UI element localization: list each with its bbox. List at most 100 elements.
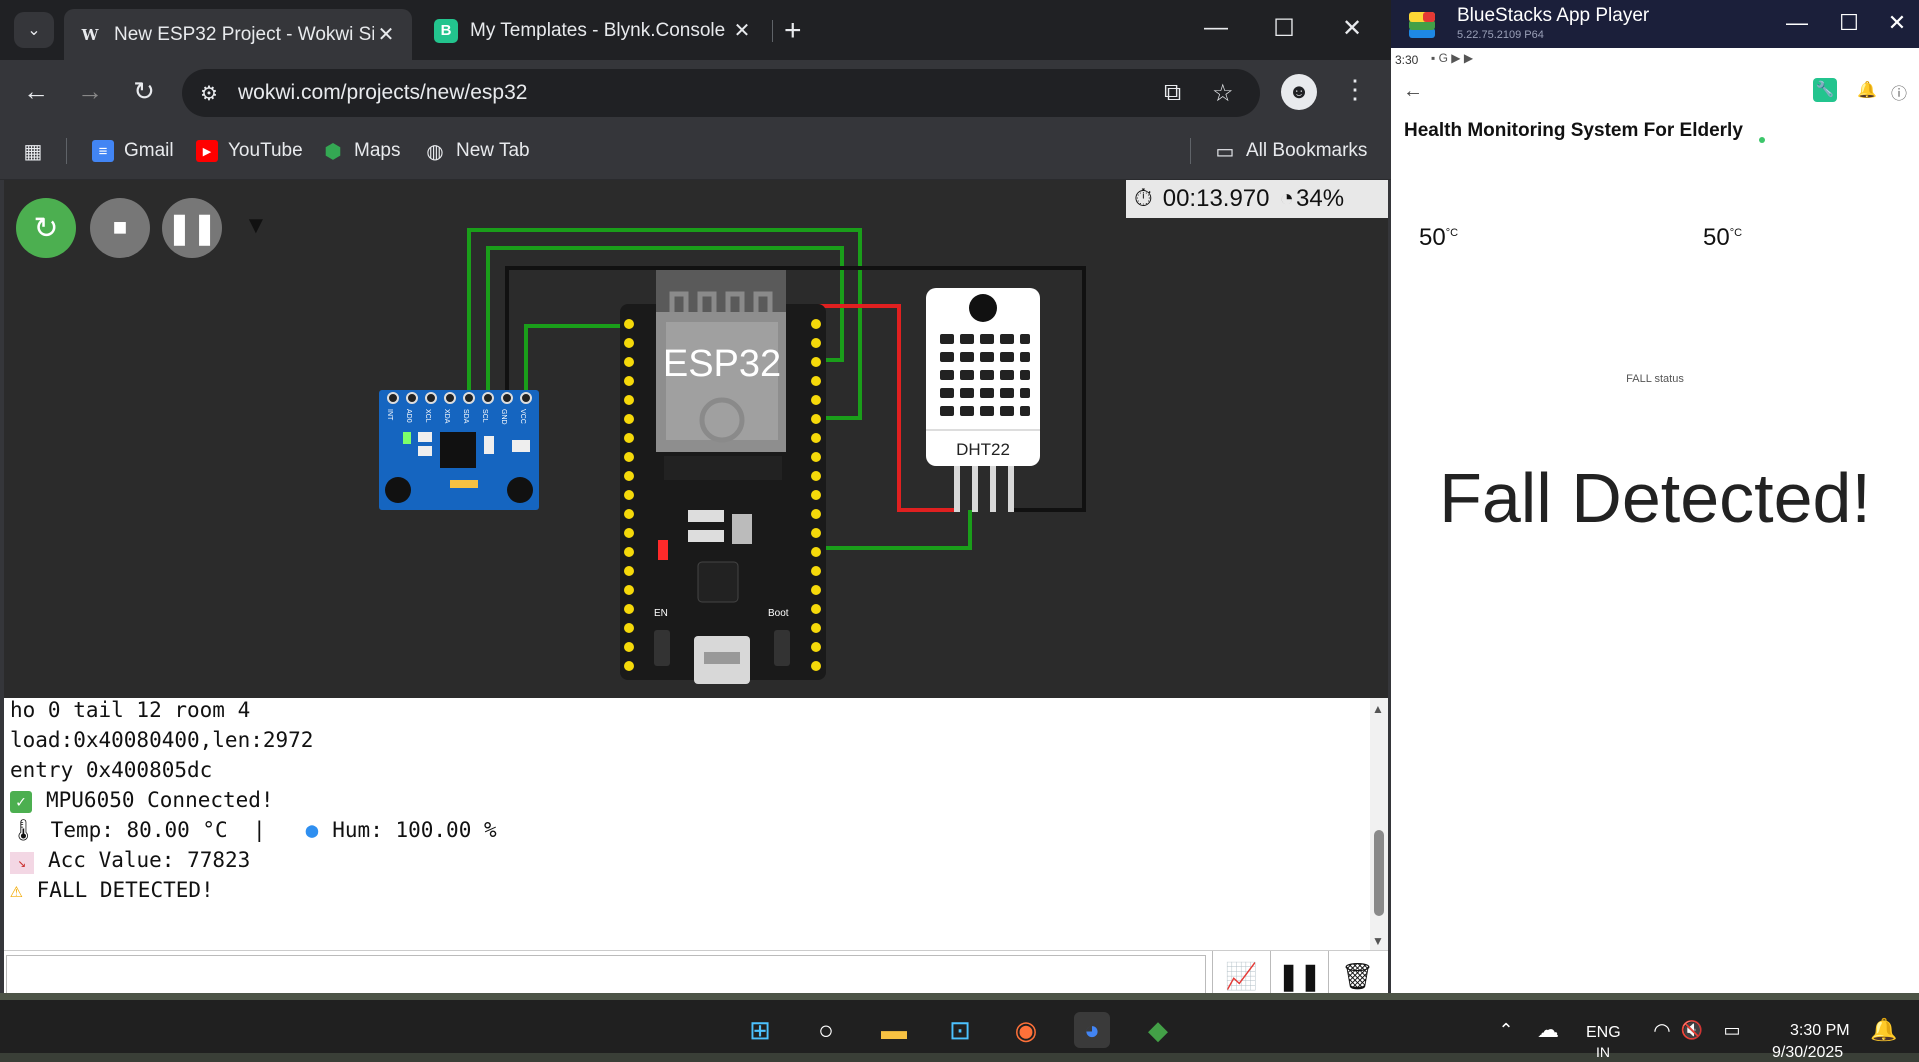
info-icon[interactable]: ⓘ [1891,80,1907,104]
tab-wokwi[interactable]: W New ESP32 Project - Wokwi Sim ✕ [64,9,412,60]
check-mark-icon: ✓ [10,791,32,813]
site-info-icon[interactable]: ⚙ [200,81,218,106]
language-indicator[interactable]: ENG [1586,1024,1621,1042]
serial-line-mpu: ✓ MPU6050 Connected! [10,788,274,813]
close-window-icon[interactable]: ✕ [1332,14,1372,43]
address-bar[interactable]: ⚙ wokwi.com/projects/new/esp32 ⧉ ☆ [182,69,1260,117]
temperature-gauge-2: 50°C [1703,224,1743,251]
new-tab-button[interactable]: + [784,14,802,48]
url-text[interactable]: wokwi.com/projects/new/esp32 [238,81,527,105]
bookmark-star-icon[interactable]: ☆ [1212,79,1234,108]
bs-close-icon[interactable]: ✕ [1879,10,1915,36]
chevron-up-icon[interactable]: ⌃ [1488,1012,1524,1048]
back-icon[interactable]: ← [18,76,54,107]
language-sub: IN [1596,1044,1610,1060]
online-status-dot [1759,137,1765,143]
apps-grid-icon[interactable]: ▦ [22,140,44,163]
mpu-pin-label: SCL [481,409,488,423]
close-tab-icon[interactable]: ✕ [730,18,754,43]
serial-line-fall: ⚠ FALL DETECTED! [10,878,214,902]
trash-icon: 🗑 [1340,960,1374,991]
forward-icon[interactable]: → [72,76,108,107]
search-icon[interactable]: ○ [808,1012,844,1048]
warning-icon: ⚠ [10,878,23,902]
bluestacks-title: BlueStacks App Player [1457,5,1650,26]
translate-icon[interactable]: ⧉ [1164,79,1181,107]
bookmarks-separator [66,138,67,164]
mpu-pin-label: GND [500,409,507,425]
windows-taskbar: ⊞ ○ ▬ ⊡ ◉ ◕ ◆ ⌃ ☁ ENG IN ◠ 🔇 ▭ 3:30 PM 9… [0,1000,1919,1061]
en-label: EN [654,608,668,619]
status-icons: ▪ G ▶ ▶ [1431,51,1474,65]
bluestacks-titlebar: BlueStacks App Player 5.22.75.2109 P64 —… [1391,0,1919,48]
tab-separator [772,20,773,42]
clock-time[interactable]: 3:30 PM [1790,1022,1850,1040]
mpu-pin-label: AD0 [405,409,412,423]
wokwi-favicon-icon: W [81,25,99,44]
globe-icon: ◍ [426,140,444,163]
mute-icon[interactable]: 🔇 [1674,1012,1710,1048]
bs-maximize-icon[interactable]: ☐ [1831,10,1867,36]
serial-input[interactable] [6,955,1206,997]
reload-icon[interactable]: ↻ [126,76,162,107]
minimize-icon[interactable]: — [1196,14,1236,42]
serial-scrollbar[interactable]: ▲ ▼ [1370,698,1388,950]
clock-date[interactable]: 9/30/2025 [1772,1044,1843,1062]
tab-title: New ESP32 Project - Wokwi Sim [114,23,374,45]
windows-start-icon[interactable]: ⊞ [742,1012,778,1048]
bell-icon[interactable]: 🔔 [1857,80,1877,100]
scrollbar-thumb[interactable] [1374,830,1384,916]
bluestacks-logo-icon [1409,12,1435,38]
bookmark-new-tab[interactable]: ◍ New Tab [424,140,529,163]
tab-bar: ⌄ W New ESP32 Project - Wokwi Sim ✕ B My… [0,0,1391,60]
esp32-chip-label: ESP32 [663,343,781,385]
serial-line: ho 0 tail 12 room 4 [10,698,251,722]
fall-status-label: FALL status [1626,373,1684,385]
bookmark-youtube[interactable]: ▶ YouTube [196,140,303,162]
boot-label: Boot [768,608,789,619]
all-bookmarks[interactable]: ▭ All Bookmarks [1214,140,1368,163]
serial-line: load:0x40080400,len:2972 [10,728,314,752]
scroll-down-icon[interactable]: ▼ [1372,934,1384,948]
tab-search-button[interactable]: ⌄ [14,12,54,48]
kebab-menu-icon[interactable]: ⋮ [1342,74,1368,105]
scroll-up-icon[interactable]: ▲ [1372,702,1384,716]
cloud-icon[interactable]: ☁ [1530,1012,1566,1048]
browser-toolbar: ← → ↻ ⚙ wokwi.com/projects/new/esp32 ⧉ ☆… [0,60,1391,126]
maximize-icon[interactable]: ☐ [1264,14,1304,43]
bluestacks-version: 5.22.75.2109 P64 [1457,29,1544,41]
serial-line-acc: ↘ Acc Value: 77823 [10,848,250,874]
simulation-canvas[interactable]: ↻ ■ ❚❚ ▼ ⏱ 00:13.970 ◔ 34% INT AD0 XCL X… [4,180,1388,698]
android-status-bar: 3:30 ▪ G ▶ ▶ [1391,48,1919,70]
wrench-icon[interactable]: 🔧 [1813,78,1837,102]
bluestacks-taskbar-icon[interactable]: ◆ [1140,1012,1176,1048]
chrome-taskbar-icon[interactable]: ◕ [1074,1012,1110,1048]
close-tab-icon[interactable]: ✕ [374,22,398,47]
status-time: 3:30 [1395,53,1419,67]
mpu-pin-label: VCC [519,409,526,424]
chart-decreasing-icon: ↘ [10,852,34,874]
dht22-sensor: DHT22 [926,288,1040,512]
tab-blynk[interactable]: B My Templates - Blynk.Console ✕ [420,9,768,52]
mpu-pin-label: SDA [462,409,469,424]
pause-icon: ❚❚ [1277,960,1322,991]
mpu-pin-label: XDA [443,409,450,424]
wire-data [814,510,972,550]
notification-bell-icon[interactable]: 🔔 [1866,1012,1902,1048]
bookmark-gmail[interactable]: ≡ Gmail [92,140,174,162]
mpu-pin-label: XCL [424,409,431,423]
battery-icon[interactable]: ▭ [1714,1012,1750,1048]
profile-avatar-icon[interactable]: ☻ [1281,74,1317,110]
desktop-wallpaper [0,993,1919,1000]
app-back-icon[interactable]: ← [1403,80,1423,103]
droplet-icon: ● [305,818,319,842]
microsoft-store-icon[interactable]: ⊡ [942,1012,978,1048]
serial-monitor[interactable]: ho 0 tail 12 room 4 load:0x40080400,len:… [4,698,1388,950]
firefox-icon[interactable]: ◉ [1008,1012,1044,1048]
gmail-icon: ≡ [92,140,114,162]
bookmark-maps[interactable]: ⬢ Maps [322,140,400,163]
power-led [658,540,668,560]
file-explorer-icon[interactable]: ▬ [876,1012,912,1048]
serial-line-temp: 🌡 Temp: 80.00 °C | ● Hum: 100.00 % [10,818,497,842]
bs-minimize-icon[interactable]: — [1779,10,1815,36]
